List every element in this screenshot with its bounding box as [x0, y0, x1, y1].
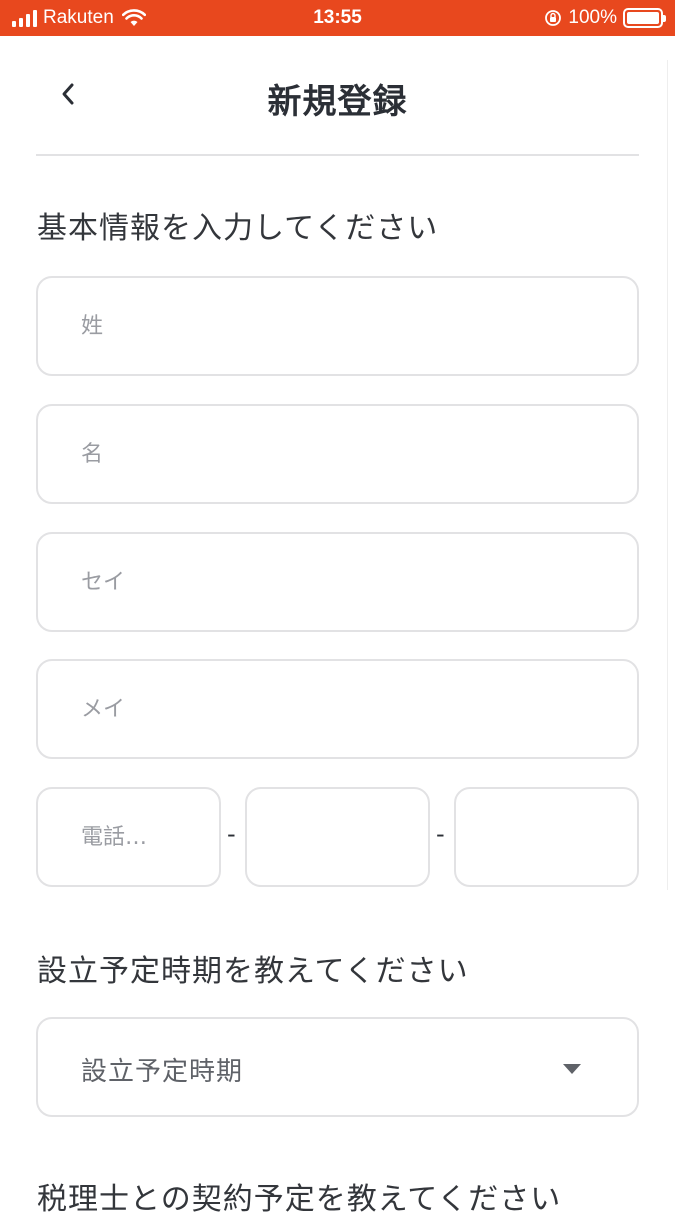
- phone-field-1[interactable]: [36, 787, 221, 887]
- phone-input-1[interactable]: [38, 789, 219, 885]
- founding-date-select[interactable]: 設立予定時期: [36, 1017, 639, 1117]
- orientation-lock-icon: [545, 10, 562, 26]
- first-name-input[interactable]: [38, 406, 637, 502]
- last-name-field[interactable]: [36, 276, 639, 376]
- basic-info-heading: 基本情報を入力してください: [37, 211, 439, 246]
- status-right: 100%: [544, 7, 666, 29]
- battery-icon: [623, 8, 666, 28]
- page-header: 新規登録: [36, 36, 639, 156]
- caret-down-icon: [563, 1064, 581, 1074]
- phone-separator: -: [227, 820, 236, 848]
- phone-field-2[interactable]: [245, 787, 430, 887]
- phone-separator: -: [436, 820, 445, 848]
- founding-date-value: 設立予定時期: [81, 1057, 244, 1087]
- battery-percent: 100%: [568, 7, 617, 28]
- tax-accountant-heading: 税理士との契約予定を教えてください: [37, 1182, 562, 1217]
- first-name-field[interactable]: [36, 404, 639, 504]
- founding-heading: 設立予定時期を教えてください: [37, 954, 469, 989]
- phone-field-3[interactable]: [454, 787, 639, 887]
- first-name-kana-field[interactable]: [36, 659, 639, 759]
- phone-input-3[interactable]: [456, 789, 637, 885]
- phone-input-2[interactable]: [247, 789, 428, 885]
- last-name-kana-input[interactable]: [38, 534, 637, 630]
- first-name-kana-input[interactable]: [38, 661, 637, 757]
- last-name-kana-field[interactable]: [36, 532, 639, 632]
- status-bar: Rakuten 13:55 100%: [0, 0, 675, 36]
- last-name-input[interactable]: [38, 278, 637, 374]
- page-title: 新規登録: [267, 82, 408, 122]
- scroll-edge: [667, 60, 675, 890]
